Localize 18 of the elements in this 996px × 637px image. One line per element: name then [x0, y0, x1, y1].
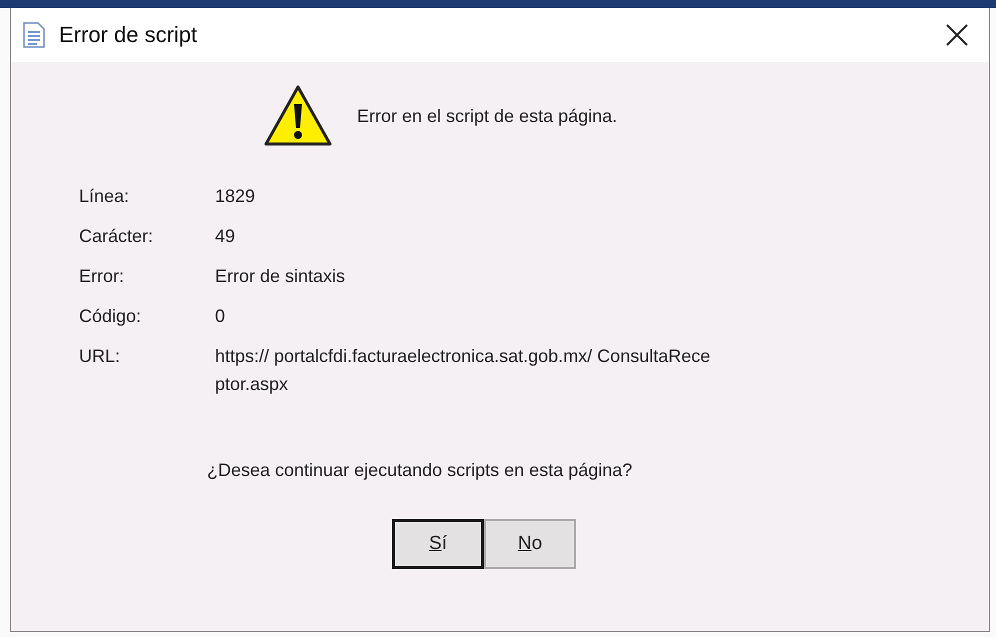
error-message: Error en el script de esta página.: [357, 106, 618, 126]
detail-value: 1829: [215, 185, 256, 208]
detail-label: Error:: [79, 265, 125, 288]
close-icon: [945, 23, 969, 47]
question-text: ¿Desea continuar ejecutando scripts en esta página?: [207, 460, 634, 481]
window-title: Error de script: [59, 22, 198, 48]
detail-value: 0: [215, 305, 226, 328]
detail-value: https:// portalcfdi.facturaelectronica.sat.gob.mx/ ConsultaRece ptor.aspx: [215, 345, 712, 396]
detail-label: Código:: [79, 305, 142, 328]
dialog-button[interactable]: No: [484, 519, 576, 569]
detail-label: Carácter:: [79, 225, 154, 248]
detail-label: Línea:: [79, 185, 130, 208]
warning-icon: [263, 84, 333, 148]
dialog-button[interactable]: Sí: [392, 519, 484, 569]
detail-value: Error de sintaxis: [215, 265, 346, 288]
document-icon: [23, 22, 45, 48]
detail-value: 49: [215, 225, 236, 248]
detail-label: URL:: [79, 345, 122, 368]
